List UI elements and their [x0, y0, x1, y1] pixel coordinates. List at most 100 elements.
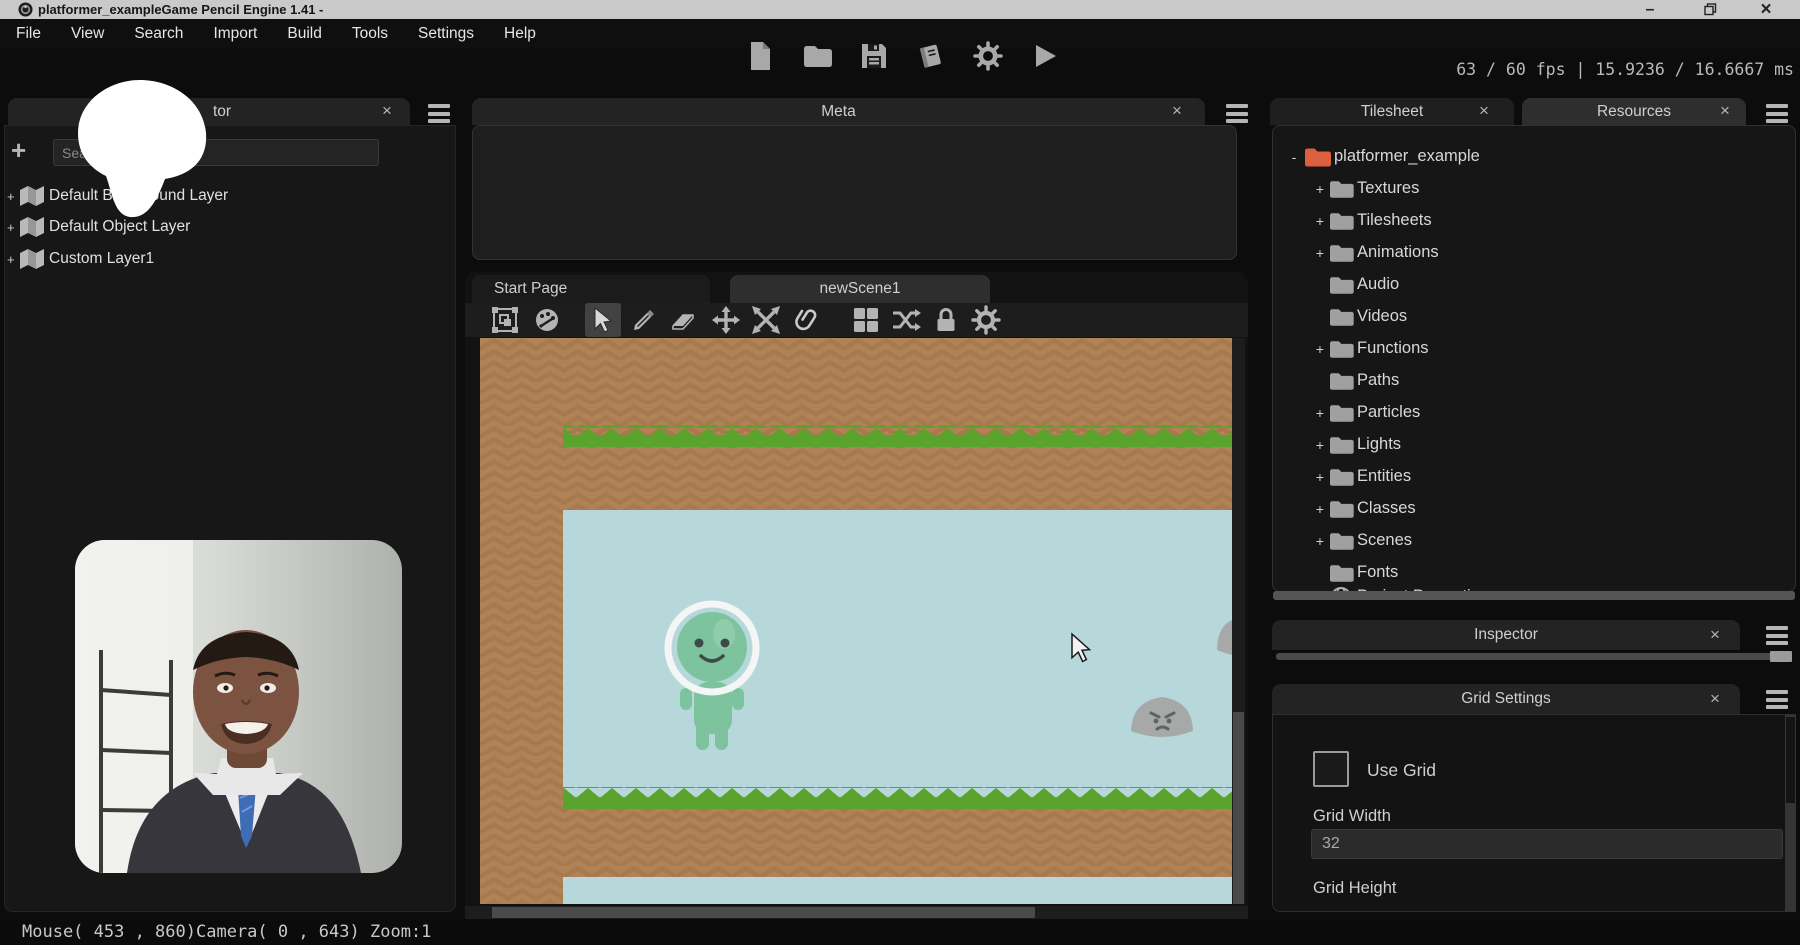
- restore-icon: [1704, 3, 1717, 16]
- scene-toolbar: [465, 303, 1248, 337]
- tree-item-lights[interactable]: +Lights: [1313, 429, 1401, 460]
- layers-panel-close-icon[interactable]: ×: [382, 101, 392, 121]
- folder-icon: [1303, 145, 1333, 168]
- tree-item-scenes[interactable]: +Scenes: [1313, 525, 1412, 556]
- tab-newscene1[interactable]: newScene1: [730, 275, 990, 303]
- use-grid-label: Use Grid: [1367, 760, 1436, 781]
- meta-panel-tab[interactable]: Meta ×: [472, 98, 1205, 125]
- use-grid-checkbox[interactable]: [1313, 751, 1349, 787]
- menu-settings[interactable]: Settings: [418, 25, 474, 43]
- grid-settings-menu-icon[interactable]: [1766, 690, 1788, 709]
- tree-item-entities[interactable]: +Entities: [1313, 461, 1411, 492]
- inspector-panel-tab[interactable]: Inspector ×: [1272, 620, 1740, 650]
- layers-panel-menu-icon[interactable]: [428, 104, 450, 123]
- meta-panel-menu-icon[interactable]: [1226, 104, 1248, 123]
- grass-strip-2-teeth: [563, 787, 1232, 797]
- palette-icon[interactable]: [529, 303, 565, 337]
- tilesheet-close-icon[interactable]: ×: [1479, 101, 1489, 121]
- layer-label: Default Object Layer: [49, 218, 190, 236]
- run-play-icon[interactable]: [1030, 40, 1060, 72]
- tree-item-functions[interactable]: +Functions: [1313, 333, 1429, 364]
- tree-item-project[interactable]: - platformer_example: [1287, 141, 1480, 172]
- grid-width-input[interactable]: [1311, 829, 1783, 859]
- layer-row-object[interactable]: + Default Object Layer: [5, 212, 190, 242]
- inspector-scrollbar[interactable]: [1276, 653, 1778, 660]
- meta-panel-close-icon[interactable]: ×: [1172, 101, 1182, 121]
- grid-settings-tab[interactable]: Grid Settings ×: [1272, 684, 1740, 714]
- menu-help[interactable]: Help: [504, 25, 536, 43]
- new-file-icon[interactable]: [745, 40, 775, 72]
- grid-settings-title: Grid Settings: [1461, 690, 1551, 708]
- manual-book-icon[interactable]: [916, 40, 946, 72]
- save-icon[interactable]: [859, 40, 889, 72]
- meta-content-area[interactable]: [472, 125, 1237, 260]
- layers-panel-tab[interactable]: tor ×: [8, 98, 410, 125]
- menu-tools[interactable]: Tools: [352, 25, 388, 43]
- layer-row-background[interactable]: + Default Background Layer: [5, 181, 228, 211]
- menu-build[interactable]: Build: [287, 25, 321, 43]
- lock-icon[interactable]: [928, 303, 964, 337]
- fps-readout: 63 / 60 fps | 15.9236 / 16.6667 ms: [1456, 60, 1794, 79]
- inspector-title: Inspector: [1474, 626, 1538, 644]
- canvas-settings-icon[interactable]: [487, 303, 523, 337]
- dirt-ceiling: [563, 338, 1232, 435]
- tree-item-tilesheets[interactable]: +Tilesheets: [1313, 205, 1432, 236]
- grid-settings-close-icon[interactable]: ×: [1710, 689, 1720, 709]
- add-layer-button[interactable]: +: [11, 140, 26, 160]
- scene-canvas[interactable]: [480, 338, 1232, 904]
- restore-button[interactable]: [1696, 0, 1724, 19]
- canvas-vertical-scrollbar[interactable]: [1232, 338, 1245, 904]
- attach-paperclip-icon[interactable]: [789, 303, 825, 337]
- title-bar: platformer_exampleGame Pencil Engine 1.4…: [0, 0, 1800, 19]
- tree-item-paths[interactable]: Paths: [1313, 365, 1399, 396]
- tree-item-classes[interactable]: +Classes: [1313, 493, 1416, 524]
- open-folder-icon[interactable]: [802, 40, 832, 72]
- menu-import[interactable]: Import: [213, 25, 257, 43]
- menu-file[interactable]: File: [16, 25, 41, 43]
- layer-row-custom[interactable]: + Custom Layer1: [5, 244, 154, 274]
- layer-map-icon: [19, 185, 49, 207]
- dirt-band-2: [563, 809, 1232, 877]
- tab-resources[interactable]: Resources ×: [1522, 98, 1746, 125]
- pencil-icon[interactable]: [626, 303, 662, 337]
- select-cursor-icon[interactable]: [585, 303, 621, 337]
- inspector-scrollbar-thumb[interactable]: [1770, 651, 1792, 662]
- tree-item-textures[interactable]: +Textures: [1313, 173, 1419, 204]
- layer-map-icon: [19, 216, 49, 238]
- layer-search-input[interactable]: [53, 139, 379, 166]
- resource-tree-horizontal-scrollbar[interactable]: [1273, 591, 1795, 600]
- move-icon[interactable]: [708, 303, 744, 337]
- main-toolbar: [745, 40, 1060, 72]
- grid-width-label: Grid Width: [1313, 807, 1391, 826]
- tile-grid-icon[interactable]: [848, 303, 884, 337]
- dirt-left-wall: [480, 338, 563, 904]
- tree-item-videos[interactable]: Videos: [1313, 301, 1407, 332]
- tab-tilesheet[interactable]: Tilesheet ×: [1270, 98, 1514, 125]
- scene-editor-window: Start Page newScene1: [465, 272, 1248, 920]
- tree-item-animations[interactable]: +Animations: [1313, 237, 1439, 268]
- shuffle-icon[interactable]: [888, 303, 924, 337]
- inspector-menu-icon[interactable]: [1766, 626, 1788, 645]
- resize-icon[interactable]: [748, 303, 784, 337]
- layer-map-icon: [19, 248, 49, 270]
- grid-settings-scrollbar[interactable]: [1785, 715, 1796, 912]
- menu-search[interactable]: Search: [134, 25, 183, 43]
- tree-item-particles[interactable]: +Particles: [1313, 397, 1420, 428]
- scene-options-gear-icon[interactable]: [968, 303, 1004, 337]
- resources-panel-menu-icon[interactable]: [1766, 104, 1788, 123]
- meta-panel-title: Meta: [821, 103, 855, 121]
- window-title: platformer_exampleGame Pencil Engine 1.4…: [38, 2, 323, 17]
- settings-gear-icon[interactable]: [973, 40, 1003, 72]
- resources-close-icon[interactable]: ×: [1720, 101, 1730, 121]
- grid-height-label: Grid Height: [1313, 879, 1396, 898]
- canvas-horizontal-scrollbar[interactable]: [465, 906, 1248, 919]
- tab-start-page[interactable]: Start Page: [472, 275, 710, 303]
- grid-width-field[interactable]: [1311, 829, 1783, 859]
- close-button[interactable]: ×: [1752, 0, 1780, 19]
- menu-view[interactable]: View: [71, 25, 104, 43]
- eraser-icon[interactable]: [665, 303, 701, 337]
- inspector-close-icon[interactable]: ×: [1710, 625, 1720, 645]
- tree-item-audio[interactable]: Audio: [1313, 269, 1399, 300]
- resource-tree: - platformer_example +Textures +Tileshee…: [1272, 125, 1796, 592]
- minimize-button[interactable]: –: [1636, 0, 1664, 19]
